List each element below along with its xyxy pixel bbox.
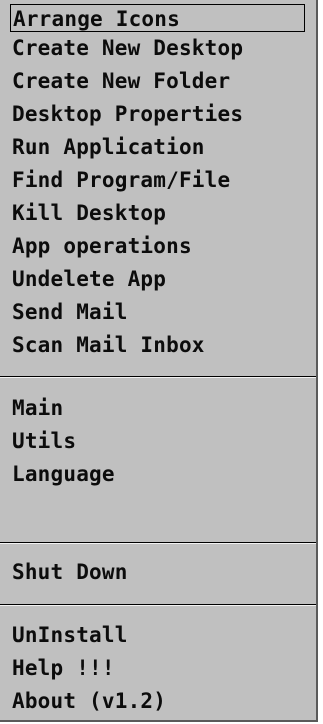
- menu-item-kill-desktop[interactable]: Kill Desktop: [12, 198, 166, 228]
- menu-item-uninstall[interactable]: UnInstall: [12, 620, 128, 650]
- menu-item-about[interactable]: About (v1.2): [12, 686, 166, 716]
- menu-item-run-application[interactable]: Run Application: [12, 132, 205, 162]
- menu-item-create-new-folder[interactable]: Create New Folder: [12, 66, 230, 96]
- menu-item-shut-down[interactable]: Shut Down: [12, 557, 128, 587]
- menu-item-arrange-icons[interactable]: Arrange Icons: [10, 4, 305, 32]
- menu-item-main[interactable]: Main: [12, 393, 63, 423]
- menu-item-find-program-file[interactable]: Find Program/File: [12, 165, 230, 195]
- context-menu: Arrange Icons Create New Desktop Create …: [0, 0, 318, 722]
- menu-item-app-operations[interactable]: App operations: [12, 231, 192, 261]
- menu-item-create-new-desktop[interactable]: Create New Desktop: [12, 33, 243, 63]
- menu-separator: [0, 604, 316, 606]
- menu-item-language[interactable]: Language: [12, 459, 115, 489]
- menu-item-utils[interactable]: Utils: [12, 426, 76, 456]
- menu-separator: [0, 376, 316, 378]
- menu-item-send-mail[interactable]: Send Mail: [12, 297, 128, 327]
- menu-separator: [0, 542, 316, 544]
- menu-item-help[interactable]: Help !!!: [12, 653, 115, 683]
- menu-item-desktop-properties[interactable]: Desktop Properties: [12, 99, 243, 129]
- menu-item-scan-mail-inbox[interactable]: Scan Mail Inbox: [12, 330, 205, 360]
- menu-item-undelete-app[interactable]: Undelete App: [12, 264, 166, 294]
